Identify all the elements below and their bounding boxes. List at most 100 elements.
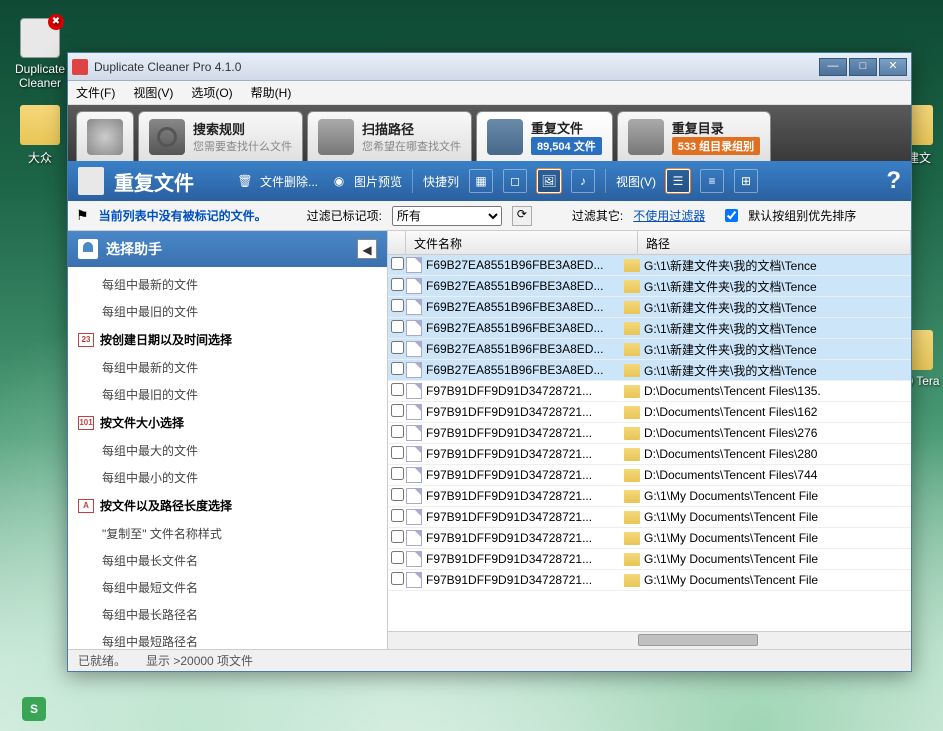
menu-view[interactable]: 视图(V) xyxy=(133,84,173,101)
tab-scan-path[interactable]: 扫描路径您希望在哪查找文件 xyxy=(307,111,472,161)
table-row[interactable]: F97B91DFF9D91D34728721...D:\Documents\Te… xyxy=(388,444,911,465)
file-path: G:\1\新建文件夹\我的文档\Tence xyxy=(644,362,911,379)
column-path[interactable]: 路径 xyxy=(638,231,911,254)
table-row[interactable]: F97B91DFF9D91D34728721...G:\1\My Documen… xyxy=(388,528,911,549)
row-checkbox[interactable] xyxy=(388,383,406,399)
table-row[interactable]: F97B91DFF9D91D34728721...G:\1\My Documen… xyxy=(388,570,911,591)
image-preview-button[interactable]: ◉图片预览 xyxy=(328,170,402,192)
group-title: 按文件以及路径长度选择 xyxy=(100,497,232,514)
row-checkbox[interactable] xyxy=(388,341,406,357)
sidebar-item[interactable]: "复制至" 文件名称样式 xyxy=(68,520,387,547)
folder-icon xyxy=(624,406,640,419)
file-icon xyxy=(406,509,422,525)
table-row[interactable]: F97B91DFF9D91D34728721...D:\Documents\Te… xyxy=(388,381,911,402)
view-details-button[interactable]: ≡ xyxy=(700,169,724,193)
filter-marked-select[interactable]: 所有 xyxy=(392,206,502,226)
sidebar-item[interactable]: 每组中最旧的文件 xyxy=(68,381,387,408)
columns-music-button[interactable]: ♪ xyxy=(571,169,595,193)
file-path: G:\1\新建文件夹\我的文档\Tence xyxy=(644,320,911,337)
column-filename[interactable]: 文件名称 xyxy=(406,231,638,254)
tab-duplicate-files[interactable]: 重复文件89,504 文件 xyxy=(476,111,613,161)
table-row[interactable]: F97B91DFF9D91D34728721...G:\1\My Documen… xyxy=(388,549,911,570)
row-checkbox[interactable] xyxy=(388,320,406,336)
columns-frame-button[interactable]: ◻ xyxy=(503,169,527,193)
view-tiles-button[interactable]: ⊞ xyxy=(734,169,758,193)
row-checkbox[interactable] xyxy=(388,551,406,567)
delete-files-button[interactable]: 🗑文件删除... xyxy=(234,170,318,192)
group-icon: 23 xyxy=(78,333,94,347)
help-button[interactable]: ? xyxy=(886,167,901,195)
row-checkbox[interactable] xyxy=(388,362,406,378)
minimize-button[interactable]: — xyxy=(819,58,847,76)
sort-by-group-checkbox[interactable] xyxy=(725,209,738,222)
file-icon xyxy=(406,530,422,546)
file-icon xyxy=(406,320,422,336)
view-list-button[interactable]: ☰ xyxy=(666,169,690,193)
sidebar-group-header[interactable]: 23按创建日期以及时间选择 xyxy=(68,325,387,354)
sidebar-item[interactable]: 每组中最短路径名 xyxy=(68,628,387,649)
titlebar[interactable]: Duplicate Cleaner Pro 4.1.0 — □ ✕ xyxy=(68,53,911,81)
table-row[interactable]: F69B27EA8551B96FBE3A8ED...G:\1\新建文件夹\我的文… xyxy=(388,360,911,381)
camera-icon: ◉ xyxy=(328,170,350,192)
sidebar-item[interactable]: 每组中最长文件名 xyxy=(68,547,387,574)
row-checkbox[interactable] xyxy=(388,488,406,504)
list-body[interactable]: F69B27EA8551B96FBE3A8ED...G:\1\新建文件夹\我的文… xyxy=(388,255,911,631)
filter-other-link[interactable]: 不使用过滤器 xyxy=(633,207,705,224)
maximize-button[interactable]: □ xyxy=(849,58,877,76)
menu-help[interactable]: 帮助(H) xyxy=(251,84,292,101)
row-checkbox[interactable] xyxy=(388,404,406,420)
row-checkbox[interactable] xyxy=(388,509,406,525)
sidebar-group-header[interactable]: 101按文件大小选择 xyxy=(68,408,387,437)
table-row[interactable]: F97B91DFF9D91D34728721...D:\Documents\Te… xyxy=(388,402,911,423)
folder-icon xyxy=(624,448,640,461)
desktop-icon-folder[interactable]: 大众 xyxy=(10,105,70,166)
sidebar-item[interactable]: 每组中最旧的文件 xyxy=(68,298,387,325)
sidebar-item[interactable]: 每组中最大的文件 xyxy=(68,437,387,464)
row-checkbox[interactable] xyxy=(388,425,406,441)
file-icon xyxy=(406,425,422,441)
table-row[interactable]: F97B91DFF9D91D34728721...G:\1\My Documen… xyxy=(388,507,911,528)
table-row[interactable]: F97B91DFF9D91D34728721...G:\1\My Documen… xyxy=(388,486,911,507)
menu-file[interactable]: 文件(F) xyxy=(76,84,115,101)
table-row[interactable]: F69B27EA8551B96FBE3A8ED...G:\1\新建文件夹\我的文… xyxy=(388,276,911,297)
folder-icon xyxy=(624,490,640,503)
sort-checkbox-label: 默认按组别优先排序 xyxy=(748,207,856,224)
columns-image-button[interactable]: 🖼 xyxy=(537,169,561,193)
sidebar-group-header[interactable]: A按文件以及路径长度选择 xyxy=(68,491,387,520)
row-checkbox[interactable] xyxy=(388,257,406,273)
row-checkbox[interactable] xyxy=(388,467,406,483)
desktop-icon-duplicate-cleaner[interactable]: Duplicate Cleaner xyxy=(10,18,70,90)
tab-home[interactable] xyxy=(76,111,134,161)
close-button[interactable]: ✕ xyxy=(879,58,907,76)
refresh-button[interactable]: ⟳ xyxy=(512,206,532,226)
sidebar-item[interactable]: 每组中最短文件名 xyxy=(68,574,387,601)
row-checkbox[interactable] xyxy=(388,446,406,462)
row-checkbox[interactable] xyxy=(388,530,406,546)
file-icon xyxy=(406,488,422,504)
sidebar-collapse-button[interactable]: ◀ xyxy=(357,239,377,259)
column-checkbox[interactable] xyxy=(388,231,406,254)
sidebar-item[interactable]: 每组中最新的文件 xyxy=(68,354,387,381)
table-row[interactable]: F69B27EA8551B96FBE3A8ED...G:\1\新建文件夹\我的文… xyxy=(388,255,911,276)
sidebar-item[interactable]: 每组中最小的文件 xyxy=(68,464,387,491)
menu-options[interactable]: 选项(O) xyxy=(191,84,232,101)
table-row[interactable]: F69B27EA8551B96FBE3A8ED...G:\1\新建文件夹\我的文… xyxy=(388,297,911,318)
scrollbar-thumb[interactable] xyxy=(638,634,758,646)
taskbar-app-icon[interactable]: S xyxy=(22,697,46,721)
table-row[interactable]: F97B91DFF9D91D34728721...D:\Documents\Te… xyxy=(388,423,911,444)
horizontal-scrollbar[interactable] xyxy=(388,631,911,649)
statusbar: 已就绪。 显示 >20000 项文件 xyxy=(68,649,911,671)
list-header: 文件名称 路径 xyxy=(388,231,911,255)
table-row[interactable]: F69B27EA8551B96FBE3A8ED...G:\1\新建文件夹\我的文… xyxy=(388,318,911,339)
sidebar-item[interactable]: 每组中最新的文件 xyxy=(68,271,387,298)
columns-grid-button[interactable]: ▦ xyxy=(469,169,493,193)
table-row[interactable]: F69B27EA8551B96FBE3A8ED...G:\1\新建文件夹\我的文… xyxy=(388,339,911,360)
tab-duplicate-dirs[interactable]: 重复目录533 组目录组别 xyxy=(617,111,771,161)
tab-search-rules[interactable]: 搜索规则您需要查找什么文件 xyxy=(138,111,303,161)
sidebar-body[interactable]: 每组中最新的文件每组中最旧的文件23按创建日期以及时间选择每组中最新的文件每组中… xyxy=(68,267,387,649)
row-checkbox[interactable] xyxy=(388,572,406,588)
row-checkbox[interactable] xyxy=(388,299,406,315)
row-checkbox[interactable] xyxy=(388,278,406,294)
sidebar-item[interactable]: 每组中最长路径名 xyxy=(68,601,387,628)
table-row[interactable]: F97B91DFF9D91D34728721...D:\Documents\Te… xyxy=(388,465,911,486)
